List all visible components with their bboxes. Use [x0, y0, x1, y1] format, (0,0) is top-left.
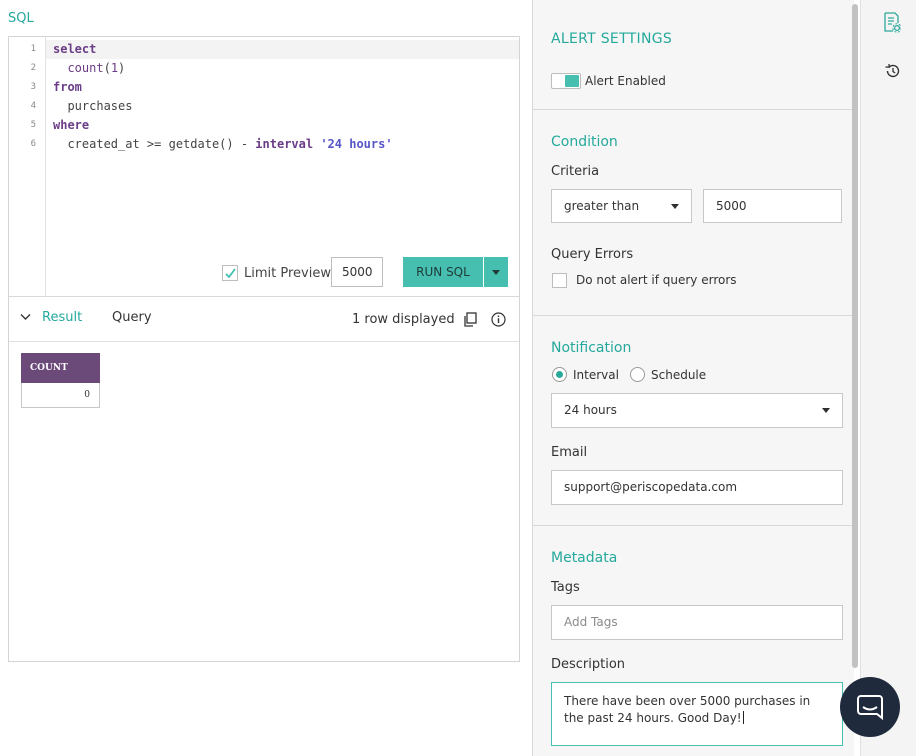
divider — [9, 341, 519, 342]
copy-icon[interactable] — [463, 312, 477, 327]
email-label: Email — [551, 445, 588, 460]
toggle-knob — [565, 75, 579, 87]
run-options-dropdown[interactable] — [484, 257, 508, 287]
interval-radio[interactable] — [552, 367, 567, 382]
interval-radio-label: Interval — [573, 368, 619, 382]
interval-value: 24 hours — [564, 403, 617, 417]
alert-enabled-toggle[interactable] — [551, 73, 581, 89]
line-number: 2 — [30, 63, 36, 73]
code-text: purchases — [53, 99, 133, 113]
metadata-title: Metadata — [551, 550, 618, 566]
description-text: There have been over 5000 purchases in t… — [564, 694, 811, 725]
alert-settings-icon[interactable] — [883, 12, 901, 33]
sql-editor-panel: 1 select 2 count(1) 3 from 4 purchases 5… — [8, 36, 520, 662]
divider — [533, 315, 854, 316]
limit-preview-input[interactable]: 5000 — [331, 257, 383, 287]
limit-preview-label: Limit Preview — [244, 266, 331, 281]
email-input[interactable]: support@periscopedata.com — [551, 470, 843, 505]
criteria-operator-value: greater than — [564, 199, 640, 213]
tags-label: Tags — [551, 580, 580, 595]
code-line[interactable]: 4 purchases — [9, 97, 519, 116]
schedule-radio-label: Schedule — [651, 368, 707, 382]
criteria-value-input[interactable]: 5000 — [703, 189, 842, 223]
radio-dot — [556, 371, 563, 378]
checkmark-icon — [225, 268, 236, 279]
tab-query[interactable]: Query — [112, 310, 152, 325]
divider — [9, 296, 519, 297]
code-text: from — [53, 80, 82, 94]
caret-down-icon — [671, 204, 679, 209]
alert-settings-panel: ALERT SETTINGS Alert Enabled Condition C… — [532, 0, 854, 756]
line-number: 4 — [30, 101, 36, 111]
code-text: select — [53, 42, 97, 56]
chat-launcher-button[interactable] — [840, 677, 900, 737]
notification-title: Notification — [551, 340, 632, 356]
caret-down-icon — [822, 408, 830, 413]
history-icon[interactable] — [884, 63, 901, 79]
limit-preview-checkbox[interactable] — [222, 265, 238, 281]
criteria-label: Criteria — [551, 164, 600, 179]
code-line[interactable]: 2 count(1) — [9, 59, 519, 78]
side-rail — [860, 0, 916, 756]
line-number: 5 — [30, 120, 36, 130]
sql-title: SQL — [8, 11, 34, 26]
query-errors-checkbox[interactable] — [552, 273, 567, 288]
line-number: 3 — [30, 82, 36, 92]
condition-title: Condition — [551, 134, 618, 150]
run-sql-button[interactable]: RUN SQL — [403, 257, 483, 287]
divider — [533, 109, 854, 110]
code-text: created_at >= getdate() - interval '24 h… — [53, 137, 393, 151]
query-errors-label: Query Errors — [551, 247, 634, 262]
description-textarea[interactable]: There have been over 5000 purchases in t… — [551, 682, 843, 746]
query-errors-option-label: Do not alert if query errors — [576, 273, 737, 287]
rows-displayed-count: 1 row displayed — [352, 312, 455, 327]
criteria-operator-select[interactable]: greater than — [551, 189, 692, 223]
info-icon[interactable] — [491, 312, 506, 327]
sql-alert-editor: SQL 1 select 2 count(1) 3 from 4 purchas… — [0, 0, 916, 756]
code-line[interactable]: 5 where — [9, 116, 519, 135]
result-column-header[interactable]: COUNT — [21, 353, 100, 383]
description-label: Description — [551, 657, 626, 672]
chevron-down-icon[interactable] — [20, 313, 31, 321]
chat-icon — [857, 695, 883, 720]
interval-select[interactable]: 24 hours — [551, 393, 843, 428]
code-line[interactable]: 6 created_at >= getdate() - interval '24… — [9, 135, 519, 154]
code-line[interactable]: 1 select — [9, 40, 519, 59]
alert-settings-title: ALERT SETTINGS — [551, 31, 673, 47]
caret-down-icon — [492, 270, 500, 275]
code-line[interactable]: 3 from — [9, 78, 519, 97]
alert-panel-scrollbar[interactable] — [852, 0, 859, 668]
schedule-radio[interactable] — [630, 367, 645, 382]
line-number: 1 — [30, 44, 36, 54]
code-text: where — [53, 118, 90, 132]
tags-input[interactable]: Add Tags — [551, 605, 843, 640]
code-text: count(1) — [67, 61, 126, 75]
divider — [533, 525, 854, 526]
text-cursor — [742, 711, 744, 724]
scrollbar-thumb[interactable] — [852, 4, 858, 668]
result-cell: 0 — [21, 383, 100, 408]
tab-result[interactable]: Result — [42, 310, 82, 325]
line-number: 6 — [30, 139, 36, 149]
alert-enabled-label: Alert Enabled — [585, 74, 666, 88]
